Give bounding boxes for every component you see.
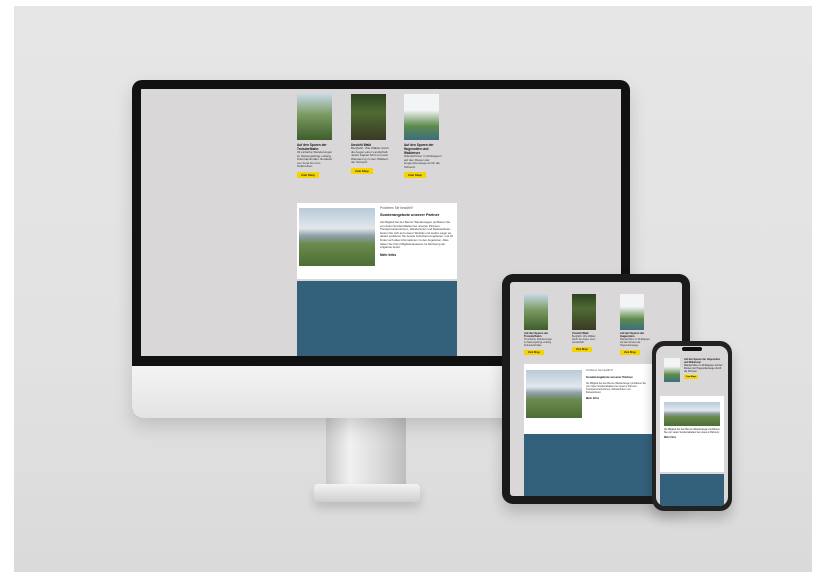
book-cover[interactable] bbox=[620, 294, 644, 330]
mountain-path-image bbox=[664, 402, 720, 426]
book-description: Wanderführer in 29 Etappen auf den Route… bbox=[684, 364, 723, 373]
phone-screen: Auf den Spuren der Hugenotten und Walden… bbox=[656, 346, 728, 506]
teaser-kicker: Probieren Sie bewährt? bbox=[586, 369, 614, 372]
web-page: Auf den Spuren der Troisdorfbahn 33 einf… bbox=[297, 94, 457, 356]
monitor-stand bbox=[326, 416, 406, 491]
mountain-path-image bbox=[526, 370, 582, 418]
book-cover[interactable] bbox=[351, 94, 386, 140]
book-text: Auf den Spuren der Hugenotten und Walden… bbox=[684, 358, 724, 379]
book-cover[interactable] bbox=[572, 294, 596, 330]
book-card: Unsicht Wald Bergfahrt. Wie Wälder durch… bbox=[572, 294, 602, 353]
shop-button[interactable]: Zum Shop bbox=[572, 347, 592, 353]
phone-device: Auf den Spuren der Hugenotten und Walden… bbox=[652, 341, 732, 511]
book-card: Auf den Spuren der Troisdorfbahn 33 einf… bbox=[297, 94, 335, 178]
monitor-base bbox=[314, 484, 420, 502]
book-description: Wanderführer in 29 Etappen auf den Route… bbox=[620, 338, 650, 348]
book-card: Auf den Spuren der Troisdorfbahn 33 einf… bbox=[524, 294, 554, 356]
book-description: Wanderführer in 29 Etappen auf den Route… bbox=[404, 154, 442, 169]
partner-teaser: Als Mitglied bei den Berner Wanderwegen … bbox=[660, 396, 724, 472]
book-card: Unsicht Wald Bergfahrt. Wie Wälder durch… bbox=[351, 94, 389, 174]
book-cover[interactable] bbox=[297, 94, 332, 140]
teaser-body: Als Mitglied bei den Berner Wanderwegen … bbox=[380, 220, 454, 250]
book-description: Bergfahrt. Wie Wälder durch die Augen ei… bbox=[572, 335, 596, 345]
teaser-body: Als Mitglied bei den Berner Wanderwegen … bbox=[664, 428, 720, 434]
shop-button[interactable]: Zum Shop bbox=[297, 171, 319, 178]
book-list: Auf den Spuren der Troisdorfbahn 33 einf… bbox=[297, 94, 457, 191]
book-cover[interactable] bbox=[664, 358, 680, 382]
footer-block bbox=[660, 474, 724, 506]
book-cover[interactable] bbox=[524, 294, 548, 330]
book-cover[interactable] bbox=[404, 94, 439, 140]
shop-button[interactable]: Zum Shop bbox=[684, 375, 698, 379]
shop-button[interactable]: Zum Shop bbox=[351, 167, 373, 174]
teaser-body: Als Mitglied bei den Berner Wanderwegen … bbox=[586, 382, 646, 395]
book-description: 33 einfache Wanderungen im Siebengebirge… bbox=[297, 150, 333, 169]
more-info-link[interactable]: Mehr Infos bbox=[380, 253, 455, 257]
phone-notch bbox=[682, 347, 702, 351]
partner-teaser: Probieren Sie bewährt? Sonderangebote un… bbox=[297, 203, 457, 279]
more-info-link[interactable]: Mehr Infos bbox=[664, 436, 720, 439]
teaser-text: Als Mitglied bei den Berner Wanderwegen … bbox=[664, 428, 720, 439]
book-description: Bergfahrt. Wie Wälder durch die Augen ei… bbox=[351, 146, 389, 165]
teaser-text: Probieren Sie bewährt? Sonderangebote un… bbox=[380, 206, 455, 257]
teaser-heading: Sonderangebote unserer Partner bbox=[380, 213, 440, 217]
book-card: Auf den Spuren der Hugenotten Wanderführ… bbox=[620, 294, 650, 356]
shop-button[interactable]: Zum Shop bbox=[620, 350, 640, 356]
teaser-kicker: Probieren Sie bewährt? bbox=[380, 206, 414, 210]
teaser-text: Probieren Sie bewährt? Sonderangebote un… bbox=[586, 369, 646, 400]
book-description: 33 einfache Wanderungen im Siebengebirge… bbox=[524, 338, 552, 348]
mountain-path-image bbox=[299, 208, 375, 266]
shop-button[interactable]: Zum Shop bbox=[524, 350, 544, 356]
shop-button[interactable]: Zum Shop bbox=[404, 172, 426, 179]
book-card: Auf den Spuren der Hugenotten und Walden… bbox=[404, 94, 442, 179]
more-info-link[interactable]: Mehr Infos bbox=[586, 397, 646, 400]
mockup-scene: Auf den Spuren der Troisdorfbahn 33 einf… bbox=[14, 6, 812, 572]
teaser-heading: Sonderangebote unserer Partner bbox=[586, 375, 633, 380]
footer-block bbox=[297, 281, 457, 356]
